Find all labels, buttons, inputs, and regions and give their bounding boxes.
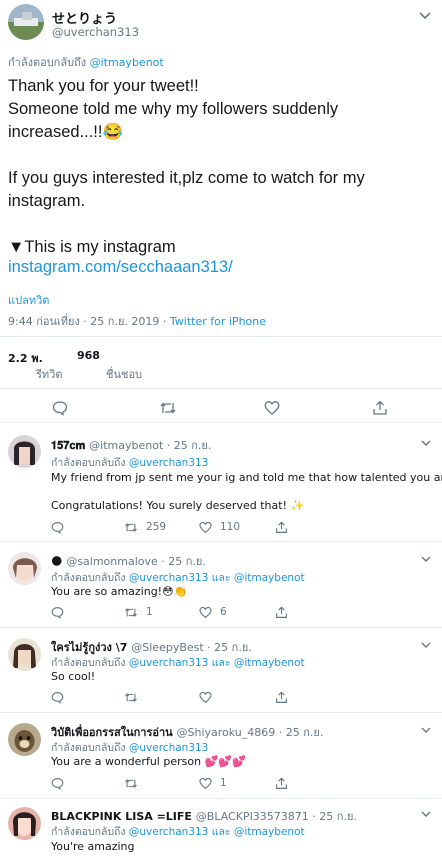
likes-count[interactable]: 968: [77, 349, 100, 362]
like-icon[interactable]: [199, 521, 212, 534]
reply-context: กำลังตอบกลับถึง @itmaybenot: [8, 53, 164, 71]
reply-name[interactable]: 🌑: [51, 555, 62, 568]
reply-prefix: กำลังตอบกลับถึง: [8, 56, 87, 69]
avatar[interactable]: [8, 638, 41, 671]
reply-handle[interactable]: @SleepyBest · 25 ก.ย.: [131, 641, 252, 654]
reply-handle[interactable]: @BLACKPI33573871 · 25 ก.ย.: [196, 810, 357, 823]
avatar[interactable]: [8, 807, 41, 840]
like-count: 6: [220, 606, 227, 618]
main-tweet: せとりょう @uverchan313 กำลังตอบกลับถึง @itma…: [0, 0, 442, 423]
reply-prefix: กำลังตอบกลับถึง: [51, 572, 126, 584]
reply-prefix: กำลังตอบกลับถึง: [51, 742, 126, 754]
reply-author[interactable]: 🌑 @salmonmalove · 25 ก.ย.: [51, 552, 206, 570]
reply-icon[interactable]: [51, 521, 64, 534]
avatar[interactable]: [8, 552, 41, 585]
source-link[interactable]: Twitter for iPhone: [170, 315, 266, 328]
reply-text: You are a wonderful person 💕💕💕: [51, 755, 246, 768]
like-count: 1: [220, 777, 227, 789]
tweet-text: Thank you for your tweet!! Someone told …: [8, 77, 365, 256]
retweet-count: 259: [146, 521, 167, 533]
reply-name[interactable]: ใครไม่รู้กูง่วง \7: [51, 641, 127, 654]
reply-context: กำลังตอบกลับถึง @uverchan313 และ @itmayb…: [51, 654, 305, 671]
reply-icon[interactable]: [51, 606, 64, 619]
reply-icon[interactable]: [52, 400, 68, 416]
chevron-down-icon[interactable]: [420, 725, 432, 735]
reply-context: กำลังตอบกลับถึง @uverchan313 และ @itmayb…: [51, 823, 305, 840]
reply-name[interactable]: วิบัติเพื่ออกรรสในการอ่าน: [51, 726, 173, 739]
reply-context: กำลังตอบกลับถึง @uverchan313 และ @itmayb…: [51, 569, 305, 586]
reply-to-mention[interactable]: @uverchan313: [129, 742, 208, 754]
avatar[interactable]: [8, 723, 41, 756]
timestamp[interactable]: 9:44 ก่อนเที่ยง · 25 ก.ย. 2019 ·: [8, 315, 166, 328]
translate-link[interactable]: แปลทวิต: [8, 291, 49, 309]
chevron-down-icon[interactable]: [418, 10, 432, 22]
reply-prefix: กำลังตอบกลับถึง: [51, 457, 126, 469]
reply-icon[interactable]: [51, 691, 64, 704]
chevron-down-icon[interactable]: [420, 554, 432, 564]
retweet-icon[interactable]: [159, 400, 177, 416]
reply-to-mention[interactable]: @uverchan313 และ @itmaybenot: [129, 572, 305, 584]
share-icon[interactable]: [275, 606, 288, 619]
like-icon[interactable]: [264, 400, 280, 416]
chevron-down-icon[interactable]: [420, 809, 432, 819]
retweet-icon[interactable]: [124, 777, 138, 790]
reply-to-mention[interactable]: @uverchan313: [129, 457, 208, 469]
reply-text: My friend from jp sent me your ig and to…: [51, 471, 442, 484]
reply-handle[interactable]: @itmaybenot · 25 ก.ย.: [89, 439, 211, 452]
reply-to-mention[interactable]: @uverchan313 และ @itmaybenot: [129, 657, 305, 669]
retweet-icon[interactable]: [124, 606, 138, 619]
chevron-down-icon[interactable]: [420, 640, 432, 650]
reply-tweet[interactable]: BLACKPINK LISA =LIFE @BLACKPI33573871 · …: [0, 799, 442, 861]
author-handle[interactable]: @uverchan313: [52, 25, 139, 39]
like-count: 110: [220, 521, 241, 533]
reply-tweet[interactable]: ใครไม่รู้กูง่วง \7 @SleepyBest · 25 ก.ย.…: [0, 628, 442, 712]
like-icon[interactable]: [199, 606, 212, 619]
reply-name[interactable]: BLACKPINK LISA =LIFE: [51, 810, 192, 823]
reply-tweet[interactable]: 𝟏𝟓𝟕𝐜𝐦 @itmaybenot · 25 ก.ย. กำลังตอบกลับ…: [0, 423, 442, 541]
reply-text: You are so amazing!😳👏: [51, 585, 188, 598]
like-icon[interactable]: [199, 691, 212, 704]
tweet-meta: 9:44 ก่อนเที่ยง · 25 ก.ย. 2019 · Twitter…: [8, 312, 266, 330]
retweet-icon[interactable]: [124, 691, 138, 704]
reply-to-mention[interactable]: @itmaybenot: [90, 56, 164, 69]
reply-handle[interactable]: @salmonmalove · 25 ก.ย.: [66, 555, 206, 568]
likes-label[interactable]: ชื่นชอบ: [106, 365, 142, 383]
reply-prefix: กำลังตอบกลับถึง: [51, 826, 126, 838]
reply-text: Congratulations! You surely deserved tha…: [51, 499, 305, 512]
share-icon[interactable]: [372, 400, 388, 416]
reply-prefix: กำลังตอบกลับถึง: [51, 657, 126, 669]
reply-tweet[interactable]: 🌑 @salmonmalove · 25 ก.ย. กำลังตอบกลับถึ…: [0, 542, 442, 627]
author-avatar[interactable]: [8, 4, 44, 40]
share-icon[interactable]: [275, 691, 288, 704]
reply-author[interactable]: 𝟏𝟓𝟕𝐜𝐦 @itmaybenot · 25 ก.ย.: [51, 436, 211, 454]
reply-icon[interactable]: [51, 777, 64, 790]
retweet-count: 1: [146, 606, 153, 618]
reply-name[interactable]: 𝟏𝟓𝟕𝐜𝐦: [51, 439, 85, 452]
chevron-down-icon[interactable]: [420, 438, 432, 448]
avatar[interactable]: [8, 435, 41, 468]
reply-handle[interactable]: @Shiyaroku_4869 · 25 ก.ย.: [177, 726, 324, 739]
share-icon[interactable]: [275, 521, 288, 534]
reply-context: กำลังตอบกลับถึง @uverchan313: [51, 739, 208, 756]
like-icon[interactable]: [199, 777, 212, 790]
divider: [0, 336, 442, 337]
retweet-icon[interactable]: [124, 521, 138, 534]
reply-tweet[interactable]: วิบัติเพื่ออกรรสในการอ่าน @Shiyaroku_486…: [0, 713, 442, 798]
divider: [0, 388, 442, 389]
reply-to-mention[interactable]: @uverchan313 และ @itmaybenot: [129, 826, 305, 838]
retweets-label[interactable]: รีทวิต: [36, 365, 62, 383]
share-icon[interactable]: [275, 777, 288, 790]
reply-context: กำลังตอบกลับถึง @uverchan313: [51, 454, 208, 471]
instagram-link[interactable]: instagram.com/secchaaan313/: [8, 258, 233, 277]
reply-text: So cool!: [51, 670, 96, 683]
reply-text: You're amazing: [51, 840, 135, 853]
